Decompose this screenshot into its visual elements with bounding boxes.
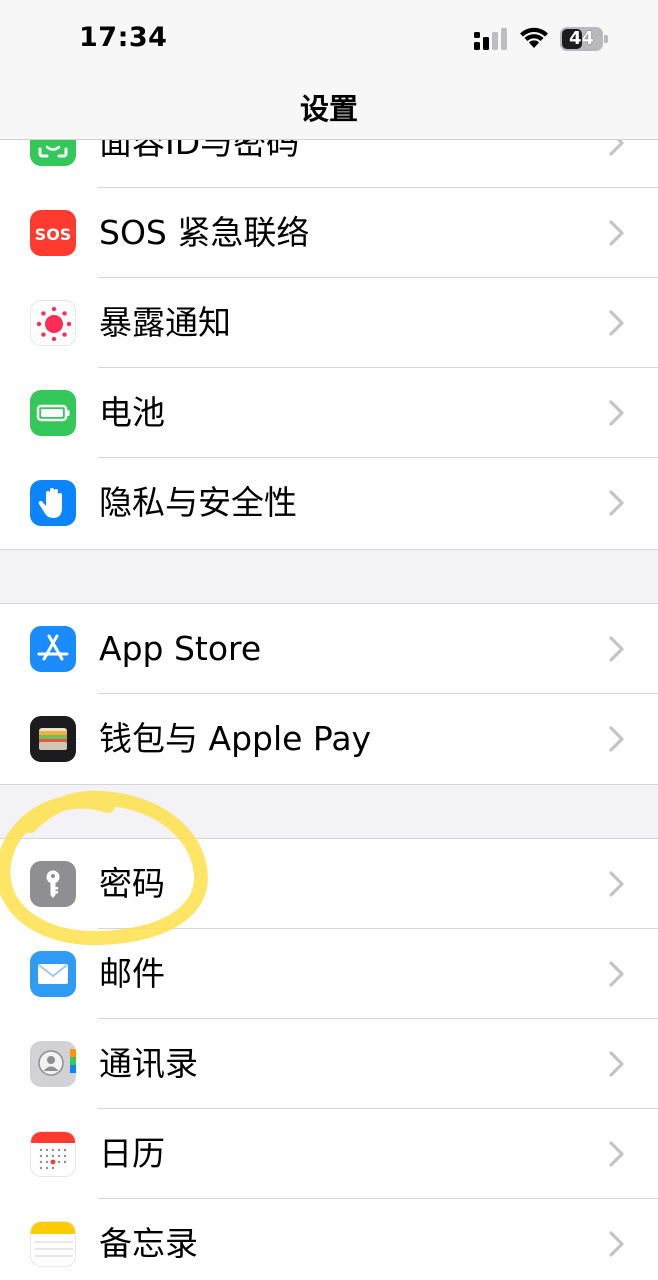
chevron-right-icon: [609, 961, 624, 987]
wallet-icon: [30, 716, 76, 762]
contacts-icon: [30, 1041, 76, 1087]
mail-icon: [30, 951, 76, 997]
chevron-right-icon: [609, 220, 624, 246]
settings-row-calendar[interactable]: 日历: [0, 1109, 658, 1199]
settings-row-sos[interactable]: SOS SOS 紧急联络: [0, 188, 658, 278]
chevron-right-icon: [609, 726, 624, 752]
settings-row-contacts[interactable]: 通讯录: [0, 1019, 658, 1109]
sos-icon: SOS: [30, 210, 76, 256]
navigation-bar: 设置: [0, 78, 658, 140]
notes-icon: [30, 1221, 76, 1267]
settings-row-privacy[interactable]: 隐私与安全性: [0, 458, 658, 548]
battery-level: 44: [568, 28, 595, 49]
battery-indicator: 44: [560, 27, 608, 51]
app-store-icon: [30, 626, 76, 672]
page-title: 设置: [299, 92, 358, 126]
chevron-right-icon: [609, 1051, 624, 1077]
settings-row-exposure[interactable]: 暴露通知: [0, 278, 658, 368]
calendar-icon: [30, 1131, 76, 1177]
settings-row-wallet[interactable]: 钱包与 Apple Pay: [0, 694, 658, 784]
battery-icon: [30, 390, 76, 436]
row-label: 钱包与 Apple Pay: [99, 719, 372, 758]
row-label: 日历: [99, 1134, 165, 1173]
row-label: 备忘录: [99, 1224, 198, 1263]
wifi-icon: [520, 27, 548, 48]
cellular-signal-icon: [474, 28, 507, 50]
chevron-right-icon: [609, 636, 624, 662]
settings-row-mail[interactable]: 邮件: [0, 929, 658, 1019]
chevron-right-icon: [609, 1141, 624, 1167]
row-label: 隐私与安全性: [99, 483, 297, 522]
row-label: 电池: [99, 393, 165, 432]
settings-group-2: App Store 钱包与 Apple Pay: [0, 603, 658, 785]
chevron-right-icon: [609, 1231, 624, 1257]
row-label: App Store: [99, 629, 262, 668]
row-label: 暴露通知: [99, 303, 231, 342]
settings-row-app-store[interactable]: App Store: [0, 604, 658, 694]
svg-text:SOS: SOS: [35, 225, 72, 244]
settings-row-notes[interactable]: 备忘录: [0, 1199, 658, 1280]
chevron-right-icon: [609, 310, 624, 336]
settings-row-passwords[interactable]: 密码: [0, 839, 658, 929]
status-bar: 17:34 44: [0, 0, 658, 78]
privacy-hand-icon: [30, 480, 76, 526]
row-label: 通讯录: [99, 1044, 198, 1083]
row-label: 密码: [99, 864, 165, 903]
chevron-right-icon: [609, 490, 624, 516]
exposure-notification-icon: [30, 300, 76, 346]
row-label: 邮件: [99, 954, 165, 993]
settings-group-1: 面容ID与密码 SOS SOS 紧急联络 暴露通知 电池 隐私与安全性: [0, 98, 658, 550]
chevron-right-icon: [609, 871, 624, 897]
settings-row-battery[interactable]: 电池: [0, 368, 658, 458]
chevron-right-icon: [609, 400, 624, 426]
key-icon: [30, 861, 76, 907]
status-time: 17:34: [79, 22, 168, 53]
settings-group-3: 密码 邮件 通讯录 日历 备忘录: [0, 838, 658, 1280]
row-label: SOS 紧急联络: [99, 213, 310, 252]
